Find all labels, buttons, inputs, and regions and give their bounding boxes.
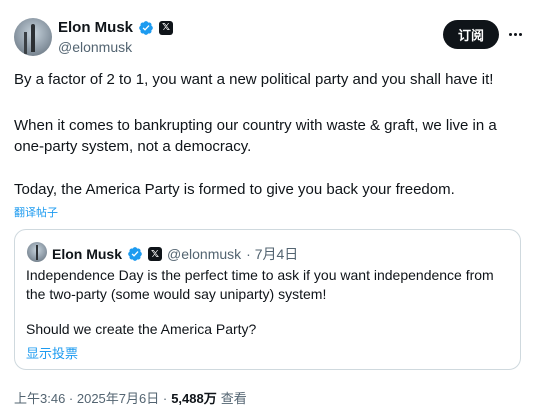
subscribe-button[interactable]: 订阅	[443, 20, 499, 49]
post-text-line: When it comes to bankrupting our country…	[14, 117, 497, 134]
verified-badge-icon	[139, 20, 153, 35]
post-timestamp[interactable]: 上午3:46 · 2025年7月6日 ·	[14, 388, 167, 407]
author-name[interactable]: Elon Musk	[58, 19, 133, 36]
avatar-rocket-shape	[31, 24, 35, 52]
quoted-post-card[interactable]: Elon Musk 𝕏 @elonmusk · 7月4日 Independenc…	[14, 229, 521, 370]
avatar-tower-shape	[24, 32, 27, 54]
more-options-icon[interactable]	[506, 24, 524, 44]
quote-header: Elon Musk 𝕏 @elonmusk · 7月4日	[52, 244, 298, 264]
post-text-line: Today, the America Party is formed to gi…	[14, 181, 455, 198]
quote-author-name: Elon Musk	[52, 246, 123, 262]
verified-badge-icon	[128, 247, 142, 261]
views-count: 5,488万	[171, 391, 217, 406]
post-text-line: one-party system, not a democracy.	[14, 138, 252, 155]
translate-post-link[interactable]: 翻译帖子	[14, 204, 58, 220]
author-name-row: Elon Musk 𝕏	[58, 19, 174, 36]
quote-author-handle: @elonmusk	[167, 246, 242, 262]
quote-date: · 7月4日	[246, 246, 299, 262]
post-metadata: 上午3:46 · 2025年7月6日 · 5,488万 查看	[14, 388, 247, 407]
quote-text-line: Should we create the America Party?	[26, 321, 257, 337]
show-poll-link[interactable]: 显示投票	[26, 343, 78, 362]
author-avatar[interactable]	[14, 18, 52, 56]
views-label: 查看	[220, 391, 247, 406]
quote-text-line: the two-party (some would say uniparty) …	[26, 286, 327, 302]
post-text-line: By a factor of 2 to 1, you want a new po…	[14, 71, 494, 88]
x-affiliation-icon: 𝕏	[148, 247, 163, 261]
quote-author-avatar	[27, 242, 47, 262]
author-handle[interactable]: @elonmusk	[58, 39, 132, 55]
avatar-rocket-shape	[36, 245, 38, 260]
quote-text-line: Independence Day is the perfect time to …	[26, 267, 494, 283]
x-affiliation-icon: 𝕏	[159, 20, 174, 35]
